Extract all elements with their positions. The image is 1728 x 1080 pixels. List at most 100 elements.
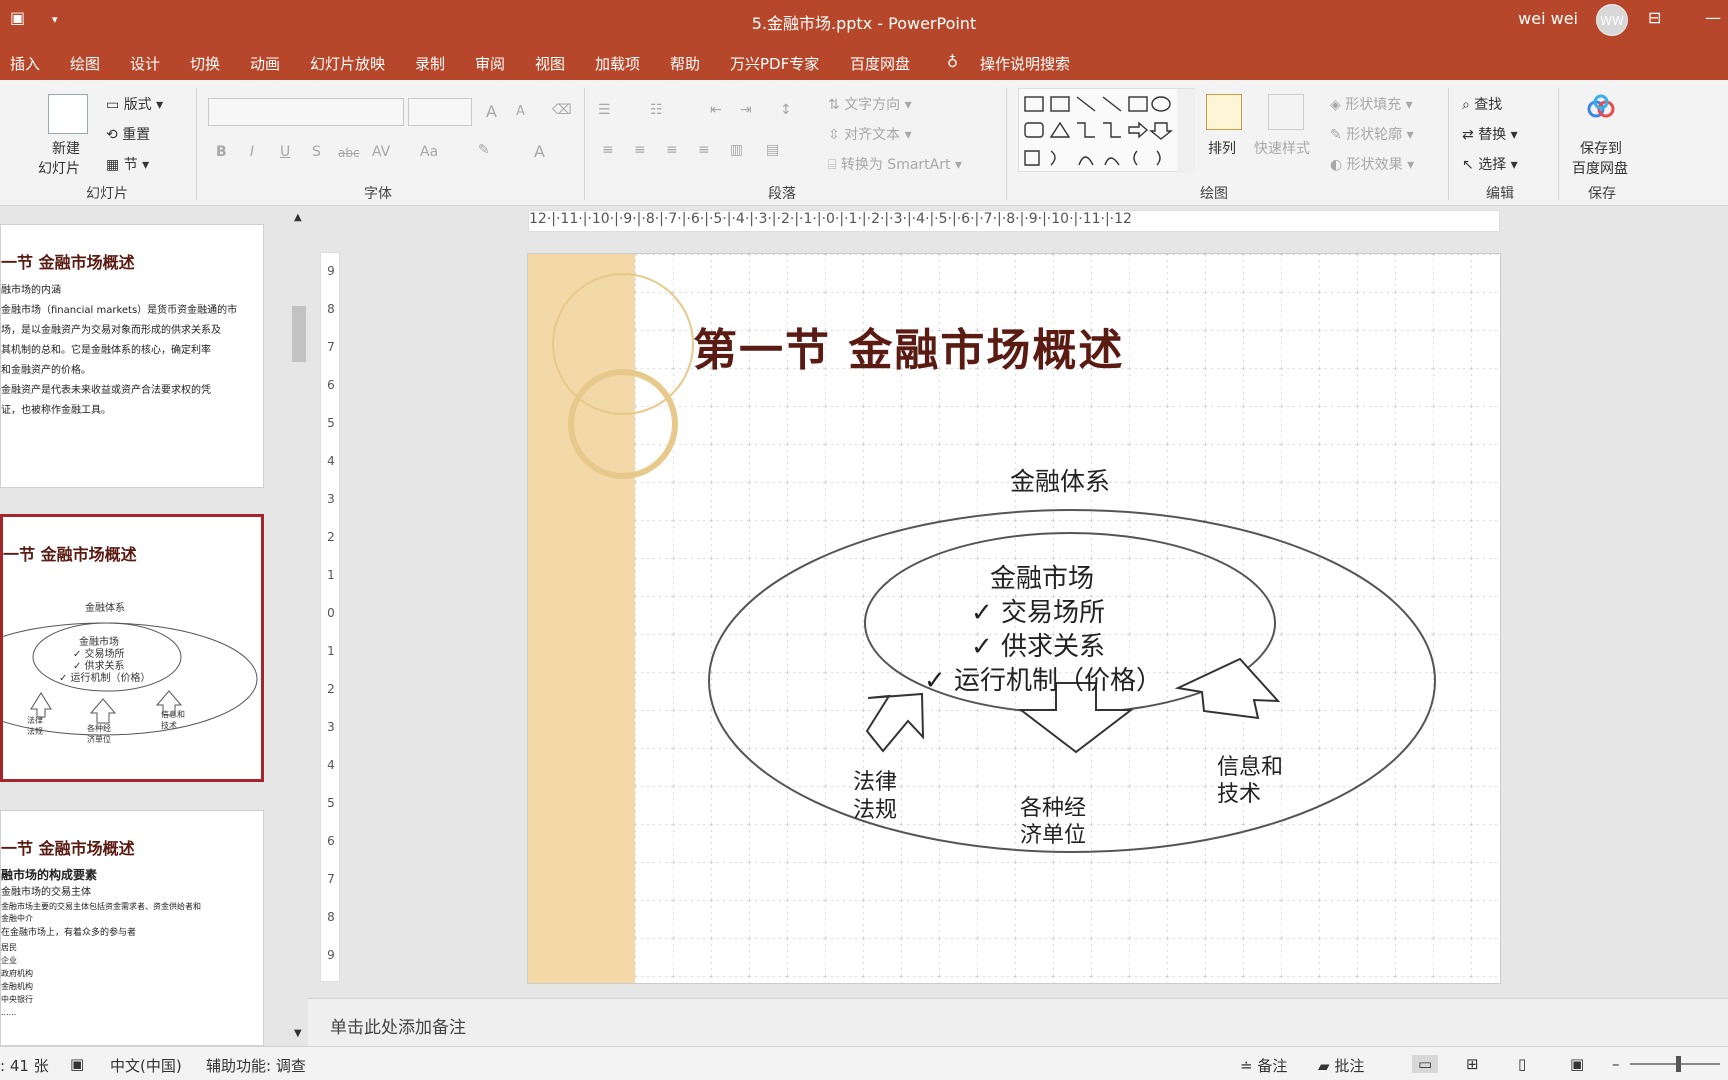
avatar[interactable]: WW (1596, 4, 1628, 36)
reading-view-icon[interactable]: ▯ (1518, 1055, 1526, 1073)
justify-icon[interactable]: ≡ (698, 142, 710, 158)
change-case-button[interactable]: Aa (420, 144, 438, 160)
slide-sorter-icon[interactable]: ⊞ (1466, 1055, 1479, 1073)
select-button[interactable]: ↖ 选择 ▾ (1462, 154, 1518, 174)
scroll-down-icon[interactable]: ▼ (294, 1028, 302, 1039)
section-button[interactable]: ▦ 节 ▾ (106, 154, 149, 174)
slide-thumbnail-1[interactable]: 一节 金融市场概述 融市场的内涵 金融市场（financial markets）… (0, 224, 264, 488)
font-color-button[interactable]: A (534, 142, 545, 161)
language-indicator[interactable]: 中文(中国) (110, 1055, 182, 1076)
tab-animations[interactable]: 动画 (250, 53, 280, 74)
numbering-icon[interactable]: ☷ (650, 102, 663, 118)
align-right-icon[interactable]: ≡ (666, 142, 678, 158)
increase-indent-icon[interactable]: ⇥ (740, 102, 752, 118)
char-spacing-button[interactable]: AV (372, 144, 390, 160)
ribbon-display-icon[interactable]: ⊟ (1648, 8, 1661, 27)
line-spacing-icon[interactable]: ↕ (780, 102, 792, 118)
strikethrough-button[interactable]: abc (338, 146, 360, 160)
tab-review[interactable]: 审阅 (475, 53, 505, 74)
decrease-indent-icon[interactable]: ⇤ (710, 102, 722, 118)
arrange-button[interactable]: 排列 (1208, 138, 1236, 158)
font-name-combo[interactable] (208, 98, 404, 126)
arrange-icon[interactable] (1206, 94, 1242, 130)
italic-button[interactable]: I (250, 144, 254, 160)
align-center-icon[interactable]: ≡ (634, 142, 646, 158)
new-slide-button-line2[interactable]: 幻灯片 (38, 158, 80, 178)
new-slide-button-line1[interactable]: 新建 (52, 138, 80, 158)
thumb-line: 金融中介 (1, 914, 33, 923)
spelling-icon[interactable]: ▣ (70, 1055, 84, 1073)
text-direction-button[interactable]: ⇅ 文字方向 ▾ (828, 94, 912, 114)
clear-format-icon[interactable]: ⌫ (552, 102, 572, 118)
replace-button[interactable]: ⇄ 替换 ▾ (1462, 124, 1518, 144)
tab-design[interactable]: 设计 (130, 53, 160, 74)
normal-view-icon[interactable]: ▭ (1412, 1055, 1439, 1073)
layout-button[interactable]: ▭ 版式 ▾ (106, 94, 163, 114)
quick-styles-button[interactable]: 快速样式 (1254, 138, 1310, 158)
lightbulb-icon[interactable]: ♁ (947, 53, 958, 71)
columns-icon[interactable]: ▤ (766, 142, 779, 158)
tab-view[interactable]: 视图 (535, 53, 565, 74)
shape-fill-button[interactable]: ◈ 形状填充 ▾ (1330, 94, 1413, 114)
grow-font-button[interactable]: A (486, 102, 497, 121)
align-left-icon[interactable]: ≡ (602, 142, 614, 158)
tab-help[interactable]: 帮助 (670, 53, 700, 74)
user-name[interactable]: wei wei (1518, 9, 1578, 28)
bullets-icon[interactable]: ☰ (598, 102, 611, 118)
bold-button[interactable]: B (216, 144, 227, 160)
arrow-right-label-2[interactable]: 技术 (1217, 776, 1261, 808)
tab-insert[interactable]: 插入 (10, 53, 40, 74)
tab-wondershare-pdf[interactable]: 万兴PDF专家 (730, 53, 819, 74)
tell-me-search[interactable]: 操作说明搜索 (980, 53, 1070, 74)
accessibility-indicator[interactable]: 辅助功能: 调查 (206, 1055, 306, 1076)
save-baidu-line2[interactable]: 百度网盘 (1572, 158, 1628, 178)
slide-thumbnail-3[interactable]: 一节 金融市场概述 融市场的构成要素 金融市场的交易主体 金融市场主要的交易主体… (0, 810, 264, 1046)
shape-outline-button[interactable]: ✎ 形状轮廓 ▾ (1330, 124, 1414, 144)
tab-baidu-netdisk[interactable]: 百度网盘 (850, 53, 910, 74)
shapes-gallery[interactable] (1018, 88, 1195, 173)
outer-label[interactable]: 金融体系 (1010, 462, 1110, 498)
zoom-slider[interactable] (1630, 1063, 1720, 1065)
reset-button[interactable]: ⟲ 重置 (106, 124, 150, 144)
minimize-icon[interactable]: — (1705, 8, 1721, 27)
shape-effects-button[interactable]: ◐ 形状效果 ▾ (1330, 154, 1414, 174)
tab-transitions[interactable]: 切换 (190, 53, 220, 74)
thumb-line: 在金融市场上，有着众多的参与者 (1, 928, 137, 938)
inner-item-4[interactable]: ✓ 运行机制（价格） (924, 660, 1162, 697)
font-size-combo[interactable] (408, 98, 472, 126)
highlight-icon[interactable]: ✎ (478, 142, 490, 158)
scroll-up-icon[interactable]: ▲ (294, 212, 302, 223)
tab-draw[interactable]: 绘图 (70, 53, 100, 74)
slide-count[interactable]: : 41 张 (0, 1055, 49, 1076)
tab-record[interactable]: 录制 (415, 53, 445, 74)
align-text-button[interactable]: ⇳ 对齐文本 ▾ (828, 124, 912, 144)
find-button[interactable]: ⌕ 查找 (1462, 94, 1502, 114)
shrink-font-button[interactable]: A (516, 104, 525, 119)
inner-item-2[interactable]: ✓ 交易场所 (971, 592, 1105, 629)
comments-button[interactable]: ▰ 批注 (1318, 1055, 1364, 1076)
inner-item-3[interactable]: ✓ 供求关系 (971, 626, 1105, 663)
slide-title[interactable]: 第一节 金融市场概述 (693, 314, 1124, 378)
slide-thumbnail-2-selected[interactable]: 一节 金融市场概述 金融体系 金融市场 ✓ 交易场所 ✓ 供求关系 ✓ 运行机制… (0, 514, 264, 782)
quick-styles-icon[interactable] (1268, 94, 1304, 130)
notes-placeholder[interactable]: 单击此处添加备注 (330, 1013, 466, 1038)
arrow-mid-label-2[interactable]: 济单位 (1020, 817, 1086, 849)
tab-addins[interactable]: 加载项 (595, 53, 640, 74)
slideshow-view-icon[interactable]: ▣ (1570, 1055, 1584, 1073)
slide-canvas[interactable]: 第一节 金融市场概述 金融体系 金融市场 ✓ 交易场所 ✓ 供求关系 ✓ 运行机… (527, 253, 1501, 984)
arrow-left-label-2[interactable]: 法规 (853, 792, 897, 824)
shadow-button[interactable]: S (312, 144, 321, 160)
new-slide-icon[interactable] (48, 94, 88, 134)
tab-slideshow[interactable]: 幻灯片放映 (310, 53, 385, 74)
distributed-icon[interactable]: ▥ (730, 142, 743, 158)
scrollbar-thumb[interactable] (292, 306, 306, 362)
zoom-slider-thumb[interactable] (1676, 1056, 1681, 1072)
notes-pane[interactable]: 单击此处添加备注 (308, 998, 1728, 1046)
zoom-out-icon[interactable]: – (1612, 1055, 1620, 1073)
baidu-cloud-icon[interactable] (1586, 94, 1616, 120)
inner-item-title[interactable]: 金融市场 (990, 558, 1094, 595)
smartart-button[interactable]: ⌸ 转换为 SmartArt ▾ (828, 154, 962, 174)
underline-button[interactable]: U (280, 144, 290, 160)
notes-button[interactable]: ≐ 备注 (1240, 1055, 1287, 1076)
save-baidu-line1[interactable]: 保存到 (1580, 138, 1622, 158)
